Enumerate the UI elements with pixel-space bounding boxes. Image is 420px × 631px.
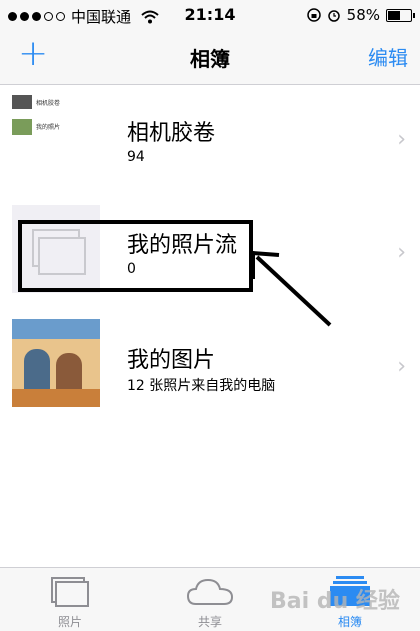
battery-icon: [386, 8, 415, 22]
status-right: 58%: [306, 6, 415, 24]
watermark: Bai du 经验: [270, 589, 400, 614]
thumb-line-2: 我的照片: [36, 124, 61, 131]
album-count: 94: [127, 149, 145, 165]
battery-percent: 58%: [346, 6, 380, 24]
nav-bar: + 相簿 编辑: [0, 30, 420, 85]
album-row-my-pictures[interactable]: 我的图片 12 张照片来自我的电脑 ›: [0, 314, 420, 424]
page-title: 相簿: [190, 47, 230, 71]
tab-photos[interactable]: 照片: [0, 568, 140, 631]
status-bar: 中国联通 21:14 58%: [0, 0, 420, 30]
tab-shared[interactable]: 共享: [140, 568, 280, 631]
my-pictures-thumbnail: [12, 319, 100, 407]
camera-roll-thumbnail: 相机胶卷 我的照片: [12, 89, 100, 177]
tab-label: 相簿: [337, 615, 362, 629]
thumb-photo-icon: [12, 119, 32, 135]
chevron-right-icon: ›: [397, 240, 406, 265]
album-count: 12 张照片来自我的电脑: [127, 378, 276, 394]
album-title: 相机胶卷: [127, 121, 216, 146]
photos-icon: [51, 577, 89, 607]
thumb-line-1: 相机胶卷: [36, 100, 61, 107]
chevron-right-icon: ›: [397, 127, 406, 152]
tab-label: 共享: [197, 615, 222, 629]
rotation-lock-icon: [306, 8, 321, 22]
album-title: 我的图片: [127, 348, 216, 373]
thumb-image-icon: [12, 95, 32, 109]
annotation-highlight-box: [18, 220, 253, 292]
edit-button[interactable]: 编辑: [368, 42, 408, 71]
chevron-right-icon: ›: [397, 354, 406, 379]
cloud-icon: [186, 578, 234, 605]
album-row-camera-roll[interactable]: 相机胶卷 我的照片 相机胶卷 94 ›: [0, 85, 420, 195]
alarm-icon: [327, 10, 340, 22]
tab-label: 照片: [57, 615, 82, 629]
